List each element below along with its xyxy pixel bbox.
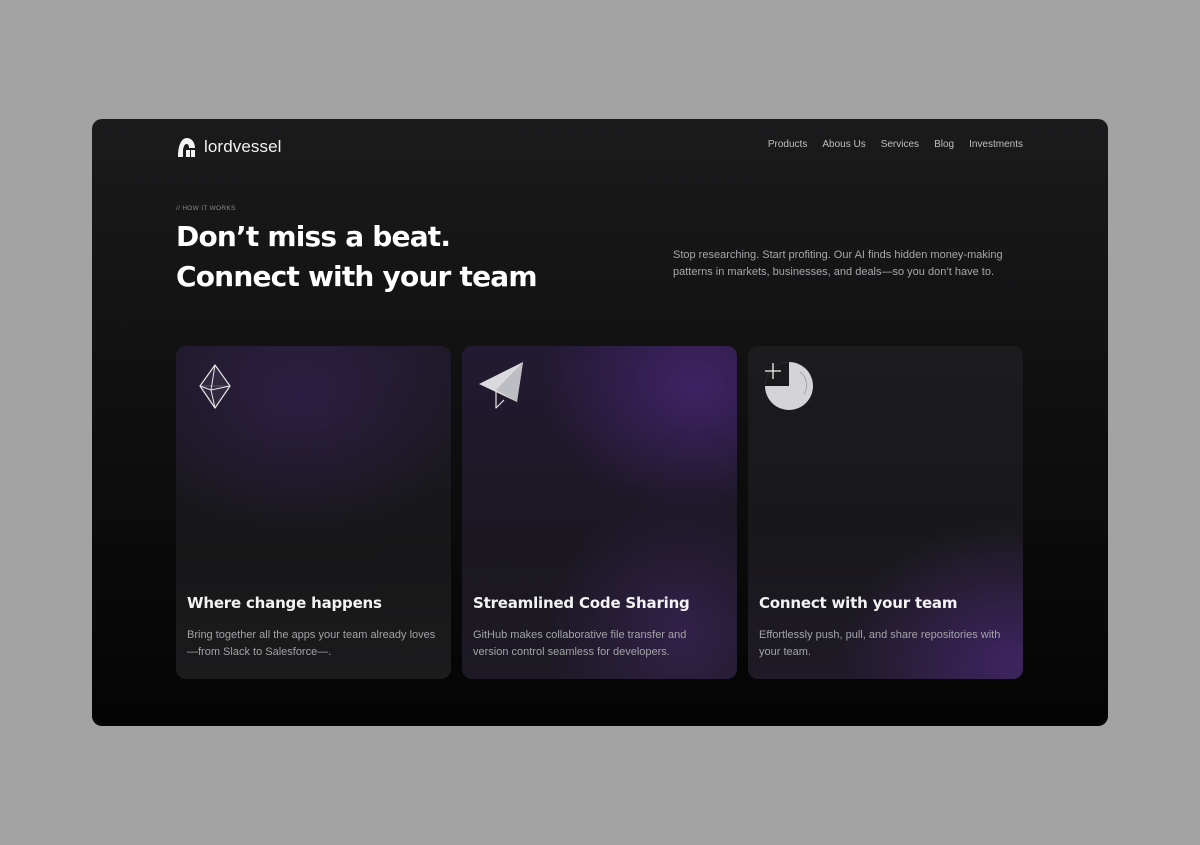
card-description: Bring together all the apps your team al… <box>187 629 436 658</box>
paper-plane-icon <box>476 360 530 414</box>
nav-link-products[interactable]: Products <box>768 139 807 150</box>
crystal-icon <box>190 360 244 414</box>
hero-headline-line-2: Connect with your team <box>176 260 538 293</box>
helmet-icon <box>178 138 195 157</box>
card-title: Connect with your team <box>759 594 958 612</box>
nav-link-blog[interactable]: Blog <box>934 139 954 150</box>
card-description: GitHub makes collaborative file transfer… <box>473 629 687 658</box>
nav-link-services[interactable]: Services <box>881 139 919 150</box>
hero-headline: Don’t miss a beat. Connect with your tea… <box>176 217 538 297</box>
landing-window: lordvessel Products Abous Us Services Bl… <box>92 119 1108 726</box>
sparkle-disc-icon <box>762 360 816 414</box>
brand-name: lordvessel <box>204 137 282 156</box>
card-description: Effortlessly push, pull, and share repos… <box>759 629 1001 658</box>
feature-card-where-change-happens[interactable]: Where change happens Bring together all … <box>176 346 451 679</box>
feature-card-connect-team[interactable]: Connect with your team Effortlessly push… <box>748 346 1023 679</box>
section-eyebrow: // HOW IT WORKS <box>176 205 236 212</box>
top-nav: Products Abous Us Services Blog Investme… <box>768 139 1023 150</box>
card-title: Streamlined Code Sharing <box>473 594 690 612</box>
feature-card-code-sharing[interactable]: Streamlined Code Sharing GitHub makes co… <box>462 346 737 679</box>
nav-link-about-us[interactable]: Abous Us <box>822 139 865 150</box>
brand-logo[interactable]: lordvessel <box>176 135 282 159</box>
card-title: Where change happens <box>187 594 382 612</box>
hero-headline-line-1: Don’t miss a beat. <box>176 220 451 253</box>
hero-description: Stop researching. Start profiting. Our A… <box>673 249 1003 278</box>
nav-link-investments[interactable]: Investments <box>969 139 1023 150</box>
